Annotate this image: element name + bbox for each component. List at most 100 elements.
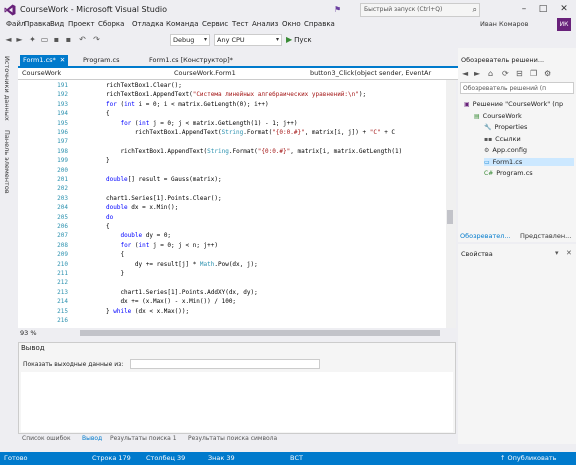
new-project-icon[interactable]: ✦ bbox=[28, 35, 37, 44]
tab-class-view[interactable]: Представлен... bbox=[520, 232, 571, 240]
code-line[interactable]: 206 { bbox=[18, 223, 446, 232]
save-icon[interactable]: ▪ bbox=[52, 35, 61, 44]
tab-find-symbol-results[interactable]: Результаты поиска символа bbox=[188, 435, 277, 442]
tab-error-list[interactable]: Список ошибок bbox=[22, 435, 71, 442]
undo-icon[interactable]: ↶ bbox=[78, 35, 87, 44]
collapse-all-icon[interactable]: ⊟ bbox=[516, 69, 523, 78]
code-line[interactable]: 199} bbox=[18, 157, 446, 166]
properties-icon[interactable]: ⚙ bbox=[544, 69, 551, 78]
solution-tree-item[interactable]: ▣ Решение "CourseWork" (пр bbox=[464, 100, 574, 108]
close-button[interactable]: ✕ bbox=[556, 2, 572, 16]
code-line[interactable]: 210 dy += result[j] * Math.Pow(dx, j); bbox=[18, 261, 446, 270]
menu-team[interactable]: Команда bbox=[166, 20, 199, 28]
member-dropdown[interactable]: button3_Click(object sender, EventAr bbox=[308, 69, 456, 79]
code-line[interactable]: 196 richTextBox1.AppendText(String.Forma… bbox=[18, 129, 446, 138]
code-line[interactable]: 214 dx += (x.Max() - x.Min()) / 100; bbox=[18, 298, 446, 307]
menu-project[interactable]: Проект bbox=[68, 20, 95, 28]
code-line[interactable]: 205 do bbox=[18, 214, 446, 223]
account-name[interactable]: Иван Комаров bbox=[480, 20, 528, 28]
forward-icon[interactable]: ► bbox=[15, 35, 24, 44]
solution-tree-item[interactable]: ⚙ App.config bbox=[484, 146, 574, 154]
back-icon[interactable]: ◄ bbox=[462, 69, 468, 78]
menu-tools[interactable]: Сервис bbox=[202, 20, 228, 28]
play-icon: ▶ bbox=[286, 35, 293, 44]
save-all-icon[interactable]: ▪ bbox=[64, 35, 73, 44]
code-line[interactable]: 216 bbox=[18, 317, 446, 326]
code-line[interactable]: 208 for (int j = 0; j < n; j++) bbox=[18, 242, 446, 251]
editor-scroll-thumb[interactable] bbox=[447, 210, 453, 224]
code-line[interactable]: 211 } bbox=[18, 270, 446, 279]
quick-launch-input[interactable]: Быстрый запуск (Ctrl+Q) ⌕ bbox=[360, 3, 480, 17]
code-line[interactable]: 195 for (int j = 0; j < matrix.GetLength… bbox=[18, 120, 446, 129]
menu-debug[interactable]: Отладка bbox=[132, 20, 164, 28]
output-source-select[interactable] bbox=[130, 359, 320, 369]
menu-test[interactable]: Тест bbox=[232, 20, 249, 28]
code-line[interactable]: 213 chart1.Series[1].Points.AddXY(dx, dy… bbox=[18, 289, 446, 298]
close-icon[interactable]: ✕ bbox=[60, 56, 65, 64]
tab-toolbox[interactable]: Панель элементов bbox=[3, 130, 11, 194]
menu-build[interactable]: Сборка bbox=[98, 20, 124, 28]
menu-window[interactable]: Окно bbox=[282, 20, 301, 28]
code-editor[interactable]: 191 richTextBox1.Clear(); 192 richTextBox1.… bbox=[18, 80, 446, 328]
redo-icon[interactable]: ↷ bbox=[92, 35, 101, 44]
zoom-level[interactable]: 93 % bbox=[20, 329, 37, 337]
tab-solution-explorer[interactable]: Обозревател... bbox=[460, 232, 511, 240]
code-line[interactable]: 202 bbox=[18, 185, 446, 194]
code-line[interactable]: 200 bbox=[18, 167, 446, 176]
show-all-files-icon[interactable]: ❐ bbox=[530, 69, 537, 78]
code-line[interactable]: 209 { bbox=[18, 251, 446, 260]
sync-icon[interactable]: ⟳ bbox=[502, 69, 509, 78]
tab-output[interactable]: Вывод bbox=[82, 435, 102, 442]
solution-tree-item[interactable]: ▪▪ Ссылки bbox=[484, 135, 574, 143]
tab-form1-designer[interactable]: Form1.cs [Конструктор]* bbox=[146, 55, 236, 66]
feedback-flag-icon[interactable]: ⚑ bbox=[334, 5, 342, 14]
code-line[interactable]: 193 for (int i = 0; i < matrix.GetLength(… bbox=[18, 101, 446, 110]
pin-icon[interactable]: ▾ bbox=[555, 249, 559, 257]
solution-tree-item[interactable]: C# Program.cs bbox=[484, 169, 574, 177]
configuration-select[interactable]: Debug ▾ bbox=[170, 34, 210, 46]
platform-select[interactable]: Any CPU ▾ bbox=[214, 34, 282, 46]
menu-help[interactable]: Справка bbox=[304, 20, 335, 28]
home-icon[interactable]: ⌂ bbox=[488, 69, 493, 78]
back-icon[interactable]: ◄ bbox=[4, 35, 13, 44]
solution-tree-item[interactable]: 🔧 Properties bbox=[484, 123, 574, 131]
forward-icon[interactable]: ► bbox=[474, 69, 480, 78]
solution-tree-item[interactable]: ▤ CourseWork bbox=[474, 112, 574, 120]
editor-vertical-scrollbar[interactable] bbox=[446, 80, 456, 328]
tab-label: Program.cs bbox=[83, 56, 120, 64]
project-dropdown[interactable]: CourseWork bbox=[20, 69, 170, 79]
solution-tree-item[interactable]: ▭ Form1.cs bbox=[484, 157, 574, 166]
menu-file[interactable]: Файл bbox=[6, 20, 25, 28]
open-folder-icon[interactable]: ▭ bbox=[40, 35, 49, 44]
publish-button[interactable]: ↑ Опубликовать bbox=[500, 454, 556, 462]
tab-form1-cs[interactable]: Form1.cs* ✕ bbox=[20, 55, 69, 66]
line-number: 194 bbox=[57, 110, 68, 118]
code-line[interactable]: 215} while (dx < x.Max()); bbox=[18, 308, 446, 317]
close-icon[interactable]: ✕ bbox=[566, 249, 572, 257]
code-line[interactable]: 194 { bbox=[18, 110, 446, 119]
tab-data-sources[interactable]: Источники данных bbox=[3, 56, 11, 121]
minimize-button[interactable]: – bbox=[516, 2, 532, 16]
menu-analyze[interactable]: Анализ bbox=[252, 20, 278, 28]
maximize-button[interactable]: □ bbox=[535, 2, 551, 16]
menu-edit[interactable]: Правка bbox=[24, 20, 51, 28]
code-line[interactable]: 201 double[] result = Gauss(matrix); bbox=[18, 176, 446, 185]
avatar[interactable]: ИК bbox=[557, 18, 571, 31]
code-line[interactable]: 207 double dy = 0; bbox=[18, 232, 446, 241]
code-line[interactable]: 197 bbox=[18, 138, 446, 147]
start-button[interactable]: ▶ Пуск bbox=[286, 35, 312, 44]
code-line[interactable]: 198 richTextBox1.AppendText(String.Forma… bbox=[18, 148, 446, 157]
code-line[interactable]: 203 chart1.Series[1].Points.Clear(); bbox=[18, 195, 446, 204]
code-line[interactable]: 212 bbox=[18, 279, 446, 288]
tab-program-cs[interactable]: Program.cs bbox=[80, 55, 122, 66]
output-text-area[interactable] bbox=[21, 372, 453, 432]
solution-explorer-search[interactable]: Обозреватель решений (п bbox=[460, 82, 574, 94]
editor-horizontal-scrollbar[interactable] bbox=[80, 330, 440, 336]
class-dropdown[interactable]: CourseWork.Form1 bbox=[172, 69, 306, 79]
code-line[interactable]: 191 richTextBox1.Clear(); bbox=[18, 82, 446, 91]
tab-find-results-1[interactable]: Результаты поиска 1 bbox=[110, 435, 177, 442]
code-line[interactable]: 192 richTextBox1.AppendText("Система лине… bbox=[18, 91, 446, 100]
code-line[interactable]: 204 double dx = x.Min(); bbox=[18, 204, 446, 213]
properties-grid[interactable] bbox=[460, 262, 574, 442]
menu-view[interactable]: Вид bbox=[50, 20, 64, 28]
